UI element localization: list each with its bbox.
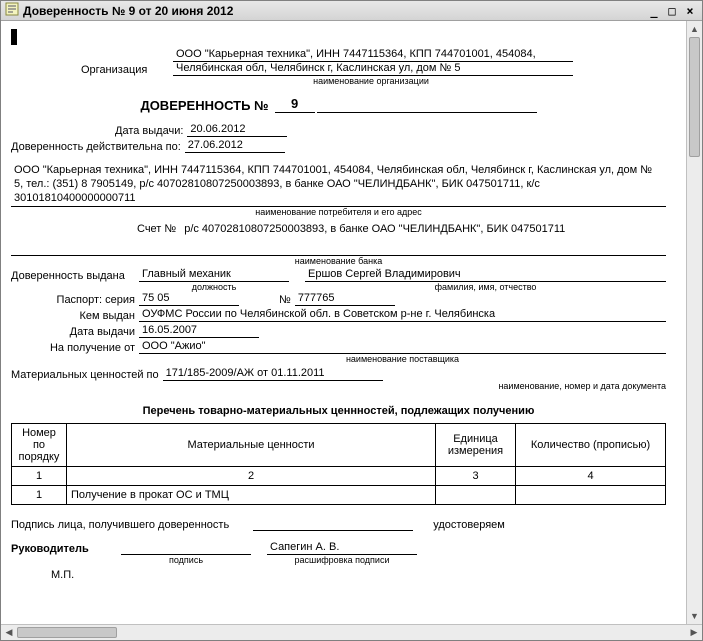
vertical-scrollbar[interactable]: ▲ ▼ bbox=[686, 21, 702, 624]
received-from-caption: наименование поставщика bbox=[139, 354, 666, 364]
doc-number-tail bbox=[317, 100, 537, 113]
scroll-left-arrow[interactable]: ◀ bbox=[1, 625, 17, 640]
titlebar: Доверенность № 9 от 20 июня 2012 _ □ × bbox=[1, 1, 702, 21]
th-qty: Количество (прописью) bbox=[516, 424, 666, 467]
org-caption: наименование организации bbox=[171, 76, 571, 86]
items-table: Номер по порядку Материальные ценности Е… bbox=[11, 423, 666, 505]
basis-label: Материальных ценностей по bbox=[11, 369, 163, 381]
received-from-label: На получение от bbox=[11, 342, 139, 354]
account-label: Счет № bbox=[137, 223, 180, 235]
doc-number: 9 bbox=[275, 96, 315, 113]
org-line2: Челябинская обл, Челябинск г, Каслинская… bbox=[173, 62, 573, 76]
hscroll-thumb[interactable] bbox=[17, 627, 117, 638]
org-label: Организация bbox=[81, 64, 173, 76]
basis-caption: наименование, номер и дата документа bbox=[171, 381, 666, 391]
org-line1: ООО "Карьерная техника", ИНН 7447115364,… bbox=[173, 48, 573, 62]
table-row: 1 Получение в прокат ОС и ТМЦ bbox=[12, 486, 666, 505]
decode-caption: расшифровка подписи bbox=[267, 555, 417, 565]
issued-fio: Ершов Сергей Владимирович bbox=[305, 268, 666, 282]
app-icon bbox=[5, 2, 19, 19]
document-window: Доверенность № 9 от 20 июня 2012 _ □ × О… bbox=[0, 0, 703, 641]
document-page: ООО "Карьерная техника", ИНН 7447115364,… bbox=[1, 21, 686, 624]
consumer-caption: наименование потребителя и его адрес bbox=[11, 207, 666, 217]
scroll-up-arrow[interactable]: ▲ bbox=[687, 21, 702, 37]
issued-to-label: Доверенность выдана bbox=[11, 270, 139, 282]
head-label: Руководитель bbox=[11, 543, 121, 555]
certify-label: удостоверяем bbox=[433, 519, 505, 531]
issued-position: Главный механик bbox=[139, 268, 289, 282]
passport-number: 777765 bbox=[295, 292, 395, 306]
table-header-row: Номер по порядку Материальные ценности Е… bbox=[12, 424, 666, 467]
horizontal-scrollbar[interactable]: ◀ ▶ bbox=[1, 624, 702, 640]
passport-issue-date-label: Дата выдачи bbox=[11, 326, 139, 338]
consumer-text: ООО "Карьерная техника", ИНН 7447115364,… bbox=[11, 163, 666, 207]
minimize-button[interactable]: _ bbox=[646, 4, 662, 18]
table-title: Перечень товарно-материальных ценнностей… bbox=[11, 405, 666, 417]
th-unit: Единица измерения bbox=[436, 424, 516, 467]
stamp-label: М.П. bbox=[51, 569, 666, 581]
passport-num-label: № bbox=[239, 294, 295, 306]
passport-series: 75 05 bbox=[139, 292, 239, 306]
scroll-down-arrow[interactable]: ▼ bbox=[687, 608, 702, 624]
fio-caption: фамилия, имя, отчество bbox=[305, 282, 666, 292]
text-cursor bbox=[11, 29, 17, 45]
issue-date-label: Дата выдачи: bbox=[115, 125, 187, 137]
head-sig-line bbox=[121, 543, 251, 555]
basis-value: 171/185-2009/АЖ от 01.11.2011 bbox=[163, 367, 383, 381]
received-from-value: ООО "Ажио" bbox=[139, 340, 666, 354]
doc-title: ДОВЕРЕННОСТЬ № bbox=[140, 98, 268, 113]
passport-issue-date: 16.05.2007 bbox=[139, 324, 259, 338]
sig-receiver-line bbox=[253, 519, 413, 531]
sig-caption: подпись bbox=[121, 555, 251, 565]
vscroll-thumb[interactable] bbox=[689, 37, 700, 157]
passport-label: Паспорт: серия bbox=[11, 294, 139, 306]
scroll-right-arrow[interactable]: ▶ bbox=[686, 625, 702, 640]
passport-issued-by-label: Кем выдан bbox=[11, 310, 139, 322]
account-value: р/с 40702810807250003893, в банке ОАО "Ч… bbox=[180, 223, 565, 235]
close-button[interactable]: × bbox=[682, 4, 698, 18]
head-name: Сапегин А. В. bbox=[267, 541, 417, 555]
sig-receiver-label: Подпись лица, получившего доверенность bbox=[11, 519, 233, 531]
valid-until: 27.06.2012 bbox=[185, 139, 285, 153]
valid-until-label: Доверенность действительна по: bbox=[11, 141, 185, 153]
th-name: Материальные ценности bbox=[67, 424, 436, 467]
table-colnum-row: 1 2 3 4 bbox=[12, 467, 666, 486]
passport-issued-by: ОУФМС России по Челябинской обл. в Совет… bbox=[139, 308, 666, 322]
issue-date: 20.06.2012 bbox=[187, 123, 287, 137]
window-title: Доверенность № 9 от 20 июня 2012 bbox=[23, 4, 233, 18]
account-caption: наименование банка bbox=[11, 256, 666, 266]
position-caption: должность bbox=[139, 282, 289, 292]
th-num: Номер по порядку bbox=[12, 424, 67, 467]
content-area: ООО "Карьерная техника", ИНН 7447115364,… bbox=[1, 21, 702, 624]
maximize-button[interactable]: □ bbox=[664, 4, 680, 18]
